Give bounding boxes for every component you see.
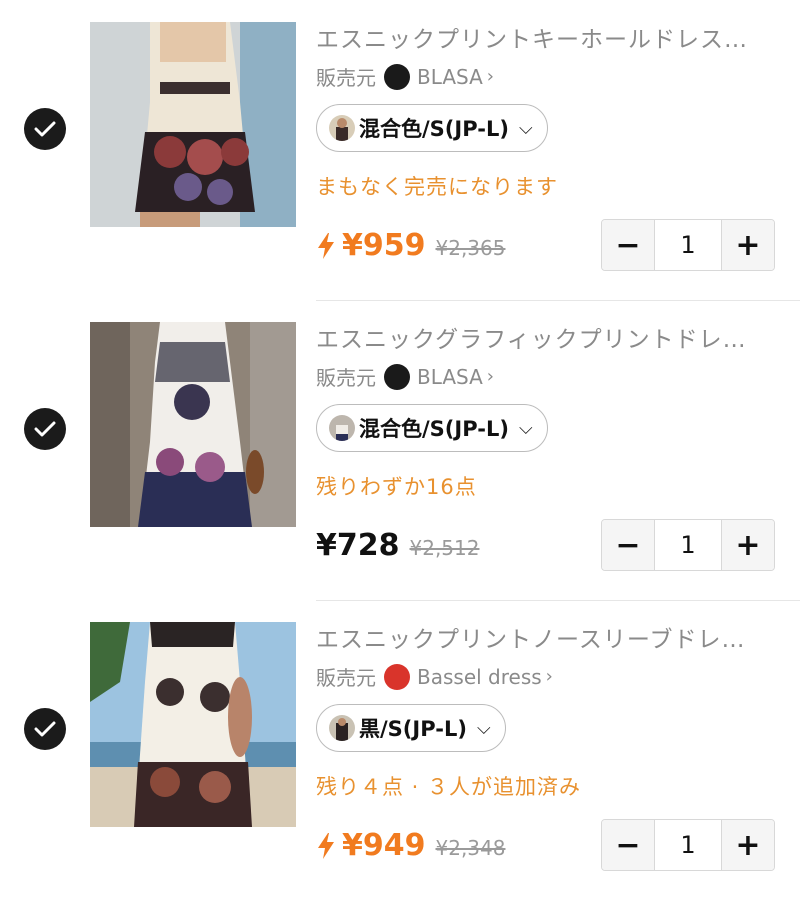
original-price: ¥2,512 xyxy=(409,536,480,560)
quantity-value[interactable]: 1 xyxy=(654,220,722,270)
decrease-quantity-button[interactable]: − xyxy=(602,220,654,270)
variant-label: 混合色/S(JP-L) xyxy=(359,117,509,141)
seller-prefix: 販売元 xyxy=(316,666,376,690)
quantity-value[interactable]: 1 xyxy=(654,520,722,570)
increase-quantity-button[interactable]: + xyxy=(722,520,774,570)
stock-status: まもなく完売になります xyxy=(316,175,558,199)
item-select-checkbox[interactable] xyxy=(24,708,66,750)
variant-swatch-icon xyxy=(329,115,355,141)
chevron-right-icon: › xyxy=(545,666,553,687)
quantity-stepper: − 1 + xyxy=(601,519,775,571)
original-price: ¥2,348 xyxy=(435,836,506,860)
cart-item: エスニックグラフィックプリントドレ… 販売元 BLASA › 混合色/S(JP-… xyxy=(0,300,800,600)
variant-label: 黒/S(JP-L) xyxy=(359,717,467,741)
sale-price: ¥959 xyxy=(342,228,426,263)
sale-price: ¥949 xyxy=(342,828,426,863)
cart-item-list: エスニックプリントキーホールドレス… 販売元 BLASA › 混合色/S(JP-… xyxy=(0,0,800,895)
seller-logo-icon xyxy=(384,663,410,690)
item-select-checkbox[interactable] xyxy=(24,108,66,150)
seller-name: BLASA xyxy=(417,64,483,89)
seller-link[interactable]: 販売元 Bassel dress › xyxy=(316,662,553,691)
chevron-right-icon: › xyxy=(486,366,494,387)
seller-link[interactable]: 販売元 BLASA › xyxy=(316,362,494,391)
chevron-down-icon: ⌵ xyxy=(518,417,533,439)
seller-link[interactable]: 販売元 BLASA › xyxy=(316,62,494,91)
chevron-right-icon: › xyxy=(486,66,494,87)
seller-name: BLASA xyxy=(417,364,483,389)
stock-status: 残りわずか16点 xyxy=(316,475,477,499)
item-select-checkbox[interactable] xyxy=(24,408,66,450)
product-image[interactable] xyxy=(90,22,296,227)
checkmark-icon xyxy=(34,121,56,137)
variant-label: 混合色/S(JP-L) xyxy=(359,417,509,441)
variant-selector[interactable]: 混合色/S(JP-L) ⌵ xyxy=(316,404,548,452)
seller-prefix: 販売元 xyxy=(316,66,376,90)
increase-quantity-button[interactable]: + xyxy=(722,820,774,870)
seller-prefix: 販売元 xyxy=(316,366,376,390)
price-row: ¥728 ¥2,512 xyxy=(316,528,479,563)
cart-item: エスニックプリントキーホールドレス… 販売元 BLASA › 混合色/S(JP-… xyxy=(0,0,800,300)
decrease-quantity-button[interactable]: − xyxy=(602,520,654,570)
lightning-bolt-icon xyxy=(318,832,334,859)
original-price: ¥2,365 xyxy=(435,236,506,260)
product-title[interactable]: エスニックプリントノースリーブドレ… xyxy=(316,620,776,654)
product-title[interactable]: エスニックグラフィックプリントドレ… xyxy=(316,320,776,354)
price-row: ¥949 ¥2,348 xyxy=(316,828,505,863)
price-row: ¥959 ¥2,365 xyxy=(316,228,505,263)
lightning-bolt-icon xyxy=(318,232,334,259)
price: ¥728 xyxy=(316,528,400,563)
cart-item: エスニックプリントノースリーブドレ… 販売元 Bassel dress › 黒/… xyxy=(0,600,800,900)
seller-logo-icon xyxy=(384,63,410,90)
chevron-down-icon: ⌵ xyxy=(476,717,491,739)
decrease-quantity-button[interactable]: − xyxy=(602,820,654,870)
variant-swatch-icon xyxy=(329,715,355,741)
product-title[interactable]: エスニックプリントキーホールドレス… xyxy=(316,20,776,54)
variant-selector[interactable]: 黒/S(JP-L) ⌵ xyxy=(316,704,506,752)
quantity-value[interactable]: 1 xyxy=(654,820,722,870)
product-image[interactable] xyxy=(90,322,296,527)
divider xyxy=(316,300,800,301)
seller-logo-icon xyxy=(384,363,410,390)
divider xyxy=(316,600,800,601)
quantity-stepper: − 1 + xyxy=(601,819,775,871)
seller-name: Bassel dress xyxy=(417,664,542,689)
checkmark-icon xyxy=(34,421,56,437)
variant-swatch-icon xyxy=(329,415,355,441)
product-image[interactable] xyxy=(90,622,296,827)
chevron-down-icon: ⌵ xyxy=(518,117,533,139)
variant-selector[interactable]: 混合色/S(JP-L) ⌵ xyxy=(316,104,548,152)
quantity-stepper: − 1 + xyxy=(601,219,775,271)
checkmark-icon xyxy=(34,721,56,737)
increase-quantity-button[interactable]: + xyxy=(722,220,774,270)
stock-status: 残り４点 · ３人が追加済み xyxy=(316,775,582,799)
